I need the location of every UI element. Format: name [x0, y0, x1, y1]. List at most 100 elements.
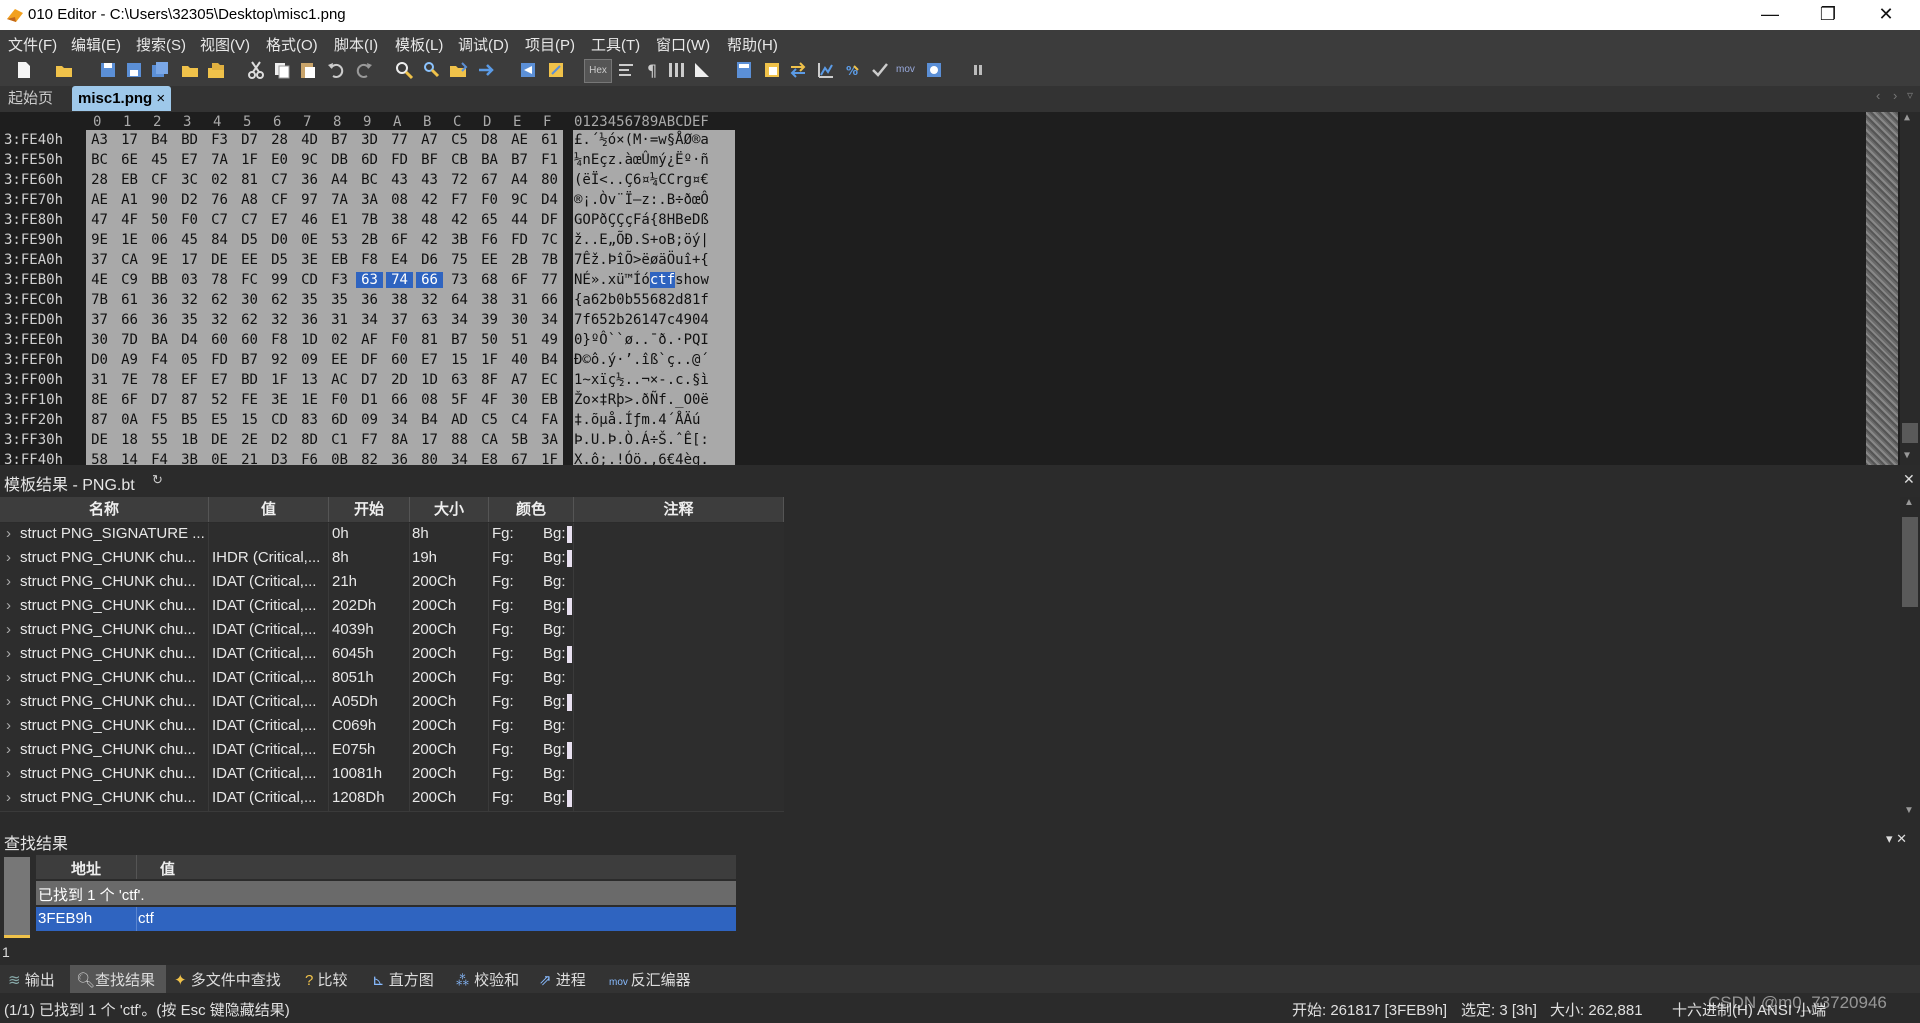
template-row[interactable]: › struct PNG_CHUNK chu... IDAT (Critical,.… — [0, 643, 784, 668]
hex-byte[interactable]: 3A — [536, 432, 563, 448]
hex-byte[interactable]: 06 — [146, 232, 173, 248]
hex-byte[interactable]: 32 — [416, 292, 443, 308]
hex-byte[interactable]: 46 — [296, 212, 323, 228]
hex-byte[interactable]: 66 — [116, 312, 143, 328]
color-icon[interactable] — [762, 60, 782, 80]
hex-byte[interactable]: BA — [476, 152, 503, 168]
hex-byte[interactable]: 55 — [146, 432, 173, 448]
hex-editor[interactable]: 0123456789ABCDEF 0123456789ABCDEF 3:FE40… — [0, 112, 1920, 465]
hex-byte[interactable]: CD — [266, 412, 293, 428]
hex-byte[interactable]: 31 — [506, 292, 533, 308]
find-history-list[interactable] — [4, 857, 30, 938]
hex-byte[interactable]: E1 — [326, 212, 353, 228]
menu-script[interactable]: 脚本(I) — [334, 34, 378, 55]
hex-byte[interactable]: 8E — [86, 392, 113, 408]
hex-byte[interactable]: 58 — [86, 452, 113, 465]
hex-byte[interactable]: 1F — [476, 352, 503, 368]
compare-icon[interactable] — [788, 60, 808, 80]
hex-byte[interactable]: 34 — [356, 312, 383, 328]
hex-byte[interactable]: B5 — [176, 412, 203, 428]
hex-byte[interactable]: A7 — [416, 132, 443, 148]
hex-byte[interactable]: A7 — [506, 372, 533, 388]
hex-byte[interactable]: A4 — [326, 172, 353, 188]
hex-byte[interactable]: 49 — [536, 332, 563, 348]
hex-byte[interactable]: 6F — [386, 232, 413, 248]
hex-byte[interactable]: 34 — [446, 452, 473, 465]
hex-byte[interactable]: EF — [176, 372, 203, 388]
hex-row-text[interactable]: {a62b0b55682d81f — [574, 292, 709, 308]
hex-byte[interactable]: 68 — [476, 272, 503, 288]
hex-byte[interactable]: 8A — [386, 432, 413, 448]
hex-byte[interactable]: 78 — [146, 372, 173, 388]
hex-byte[interactable]: 87 — [86, 412, 113, 428]
tab-find-in-files[interactable]: 多文件中查找 — [191, 972, 281, 989]
hex-byte[interactable]: 6D — [356, 152, 383, 168]
hex-byte[interactable]: 52 — [206, 392, 233, 408]
hex-byte[interactable]: F5 — [146, 412, 173, 428]
hex-byte[interactable]: F7 — [356, 432, 383, 448]
highlight-icon[interactable] — [546, 60, 566, 80]
calculator-icon[interactable] — [734, 60, 754, 80]
hex-byte[interactable]: 02 — [206, 172, 233, 188]
hex-byte[interactable]: 34 — [536, 312, 563, 328]
template-row[interactable]: › struct PNG_CHUNK chu... IDAT (Critical,.… — [0, 571, 784, 596]
hex-byte[interactable]: 1E — [296, 392, 323, 408]
hex-byte[interactable]: 4F — [476, 392, 503, 408]
hex-byte[interactable]: F0 — [326, 392, 353, 408]
save-as-icon[interactable] — [124, 60, 144, 80]
template-row[interactable]: › struct PNG_CHUNK chu... IDAT (Critical,.… — [0, 715, 784, 740]
hex-byte[interactable]: 7E — [116, 372, 143, 388]
expand-chevron-icon[interactable]: › — [6, 717, 16, 734]
hex-byte[interactable]: 9E — [86, 232, 113, 248]
hex-byte[interactable]: 0A — [116, 412, 143, 428]
hex-byte[interactable]: C5 — [476, 412, 503, 428]
hex-byte[interactable]: F3 — [326, 272, 353, 288]
hex-byte[interactable]: 5F — [446, 392, 473, 408]
hex-byte[interactable]: 60 — [386, 352, 413, 368]
hex-byte[interactable]: 90 — [146, 192, 173, 208]
menu-format[interactable]: 格式(O) — [266, 34, 318, 55]
hex-byte[interactable]: 34 — [386, 412, 413, 428]
hex-byte[interactable]: D8 — [476, 132, 503, 148]
hex-byte[interactable]: 15 — [236, 412, 263, 428]
hex-byte[interactable]: 31 — [86, 372, 113, 388]
hex-byte[interactable]: 50 — [476, 332, 503, 348]
hex-mode-button[interactable]: Hex — [584, 59, 612, 83]
menu-tools[interactable]: 工具(T) — [591, 34, 640, 55]
overview-bar[interactable] — [1866, 112, 1898, 465]
ruler-icon[interactable] — [692, 60, 712, 80]
hex-byte[interactable]: 48 — [416, 212, 443, 228]
template-row[interactable]: › struct PNG_CHUNK chu... IDAT (Critical,.… — [0, 595, 784, 620]
hex-byte[interactable]: 35 — [326, 292, 353, 308]
hex-byte[interactable]: D5 — [236, 232, 263, 248]
hex-byte[interactable]: BB — [146, 272, 173, 288]
hex-byte[interactable]: 62 — [266, 292, 293, 308]
hex-byte[interactable]: F4 — [146, 452, 173, 465]
hex-byte[interactable]: 7B — [356, 212, 383, 228]
hex-byte[interactable]: EC — [536, 372, 563, 388]
hex-byte[interactable]: A9 — [116, 352, 143, 368]
hex-byte[interactable]: E7 — [206, 372, 233, 388]
hex-byte[interactable]: 38 — [476, 292, 503, 308]
hex-byte[interactable]: 35 — [176, 312, 203, 328]
hex-byte[interactable]: CA — [116, 252, 143, 268]
hex-byte[interactable]: AC — [326, 372, 353, 388]
hex-row-text[interactable]: 1~xïç½..¬×-.c.§ì — [574, 372, 709, 388]
tab-checksum[interactable]: 校验和 — [474, 972, 519, 989]
hex-byte[interactable]: 28 — [266, 132, 293, 148]
template-row[interactable]: › struct PNG_CHUNK chu... IDAT (Critical,.… — [0, 667, 784, 692]
hex-byte[interactable]: 62 — [236, 312, 263, 328]
hex-byte[interactable]: EB — [536, 392, 563, 408]
replace-icon[interactable] — [422, 60, 442, 80]
hex-row-text[interactable]: ž..E„ÕÐ.S+oB;öý| — [574, 232, 709, 248]
hex-byte[interactable]: BC — [86, 152, 113, 168]
checksum-icon[interactable]: % — [844, 60, 864, 80]
hex-byte[interactable]: 8F — [476, 372, 503, 388]
col-color[interactable]: 颜色 — [489, 497, 574, 522]
hex-byte[interactable]: 7B — [86, 292, 113, 308]
hex-byte[interactable]: 66 — [386, 392, 413, 408]
hex-byte[interactable]: 43 — [416, 172, 443, 188]
col-size[interactable]: 大小 — [410, 497, 489, 522]
hex-byte[interactable]: FE — [236, 392, 263, 408]
hex-byte[interactable]: DE — [206, 252, 233, 268]
